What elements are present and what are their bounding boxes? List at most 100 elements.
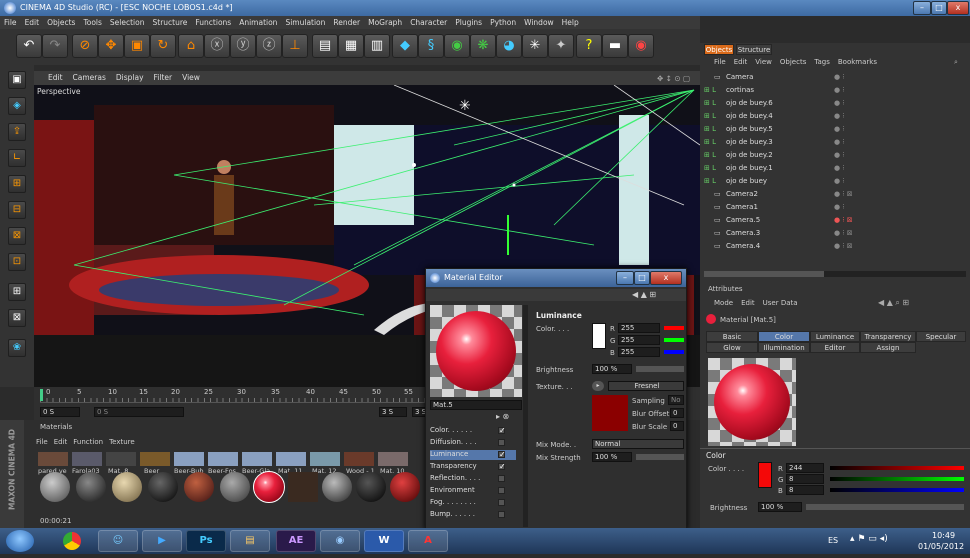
- object-row[interactable]: ⊞ Lojo de buey.2 ● ⁝: [700, 151, 970, 163]
- me-scrollbar[interactable]: [523, 305, 528, 527]
- object-row[interactable]: ⊞ Lojo de buey.4 ● ⁝: [700, 112, 970, 124]
- tab-structure[interactable]: Structure: [736, 44, 772, 55]
- mat-menu-texture[interactable]: Texture: [109, 438, 135, 446]
- attr-tab-luminance[interactable]: Luminance: [810, 331, 860, 342]
- material-swatch-beer-bub[interactable]: [174, 452, 204, 466]
- mat-menu-file[interactable]: File: [36, 438, 54, 446]
- blur-offset-field[interactable]: 0 %: [670, 408, 684, 418]
- channel-diffusion[interactable]: Diffusion. . . .: [430, 438, 510, 448]
- tray-icons[interactable]: ▴ ⚑ ▭ ◂): [850, 534, 888, 544]
- clock-time[interactable]: 10:49: [932, 531, 955, 540]
- attr-menu-edit[interactable]: Edit: [737, 299, 759, 307]
- green-slider[interactable]: [830, 477, 964, 481]
- model-mode-icon[interactable]: ▣: [8, 71, 26, 89]
- y-axis-icon[interactable]: ⓨ: [230, 34, 256, 58]
- photoshop-icon[interactable]: Ps: [186, 530, 226, 552]
- vp-menu-edit[interactable]: Edit: [34, 71, 68, 84]
- red-slider[interactable]: [830, 466, 964, 470]
- object-mode-icon[interactable]: ◈: [8, 97, 26, 115]
- sampling-field[interactable]: No: [668, 395, 684, 405]
- material-thumb-mat5[interactable]: [253, 471, 285, 503]
- me-blue-slider[interactable]: [664, 350, 684, 354]
- render-settings-icon[interactable]: ▥: [364, 34, 390, 58]
- scene-icon[interactable]: ✳: [522, 34, 548, 58]
- me-green-field[interactable]: 255: [618, 335, 660, 345]
- vp-menu-display[interactable]: Display: [111, 71, 149, 84]
- material-thumb-3[interactable]: [112, 472, 142, 502]
- render-region-icon[interactable]: ◉: [628, 34, 654, 58]
- material-swatch-pared[interactable]: [38, 452, 68, 466]
- attr-tab-transparency[interactable]: Transparency: [860, 331, 916, 342]
- acrobat-icon[interactable]: A: [408, 530, 448, 552]
- attr-tab-specular[interactable]: Specular: [916, 331, 966, 342]
- material-swatch-farola[interactable]: [72, 452, 102, 466]
- object-row[interactable]: ⊞ Lojo de buey.6 ● ⁝: [700, 99, 970, 111]
- polygons-mode-icon[interactable]: ⊠: [8, 227, 26, 245]
- material-swatch-beer[interactable]: [140, 452, 170, 466]
- menu-character[interactable]: Character: [406, 16, 451, 29]
- material-thumb-8[interactable]: [288, 472, 318, 502]
- z-axis-icon[interactable]: ⓩ: [256, 34, 282, 58]
- me-minimize-button[interactable]: –: [616, 271, 634, 285]
- preview-end-field[interactable]: 3 S: [379, 407, 407, 417]
- menu-structure[interactable]: Structure: [149, 16, 192, 29]
- blur-scale-field[interactable]: 0 %: [670, 421, 684, 431]
- minimize-button[interactable]: –: [913, 1, 931, 15]
- viewport-nav-icon[interactable]: ✥ ↕ ⊙ ▢: [652, 72, 695, 85]
- points-mode-icon[interactable]: ⊞: [8, 175, 26, 193]
- menu-tools[interactable]: Tools: [79, 16, 105, 29]
- nurbs-icon[interactable]: ◉: [444, 34, 470, 58]
- material-swatch-beer-gla[interactable]: [242, 452, 272, 466]
- object-row[interactable]: ▭ Camera.3 ● ⁝ ⊠: [700, 229, 970, 241]
- material-thumb-9[interactable]: [322, 472, 352, 502]
- mix-mode-select[interactable]: Normal: [592, 439, 684, 449]
- material-thumb-5[interactable]: [184, 472, 214, 502]
- object-row[interactable]: ⊞ Lojo de buey.3 ● ⁝: [700, 138, 970, 150]
- me-close-button[interactable]: x: [650, 271, 682, 285]
- obj-menu-objects[interactable]: Objects: [776, 58, 810, 66]
- material-thumb-4[interactable]: [148, 472, 178, 502]
- channel-reflection[interactable]: Reflection. . . .: [430, 474, 510, 484]
- material-swatch-wood[interactable]: [344, 452, 374, 466]
- channel-bump[interactable]: Bump. . . . . .: [430, 510, 510, 520]
- texture-mode-icon[interactable]: ⇪: [8, 123, 26, 141]
- material-thumb-6[interactable]: [220, 472, 250, 502]
- object-row[interactable]: ⊞ Lojo de buey.5 ● ⁝: [700, 125, 970, 137]
- object-row[interactable]: ⊞ Lojo de buey ● ⁝: [700, 177, 970, 189]
- material-thumb-11[interactable]: [390, 472, 420, 502]
- rotate-icon[interactable]: ↻: [150, 34, 176, 58]
- attr-tab-color[interactable]: Color: [758, 331, 810, 342]
- me-blue-field[interactable]: 255: [618, 347, 660, 357]
- attr-tab-illumination[interactable]: Illumination: [758, 342, 810, 353]
- file-explorer-icon[interactable]: ▤: [230, 530, 270, 552]
- material-swatch-mat8[interactable]: [106, 452, 136, 466]
- channel-luminance[interactable]: Luminance ✓: [430, 450, 516, 460]
- deformer-icon[interactable]: ◕: [496, 34, 522, 58]
- red-value-field[interactable]: 244: [786, 463, 824, 473]
- object-row[interactable]: ⊞ Lcortinas ● ⁝: [700, 86, 970, 98]
- workplane-icon[interactable]: ⊠: [8, 309, 26, 327]
- obj-menu-file[interactable]: File: [704, 58, 730, 66]
- menu-plugins[interactable]: Plugins: [451, 16, 486, 29]
- material-name-field[interactable]: Mat.5: [430, 400, 522, 410]
- move-icon[interactable]: ✥: [98, 34, 124, 58]
- attr-tab-glow[interactable]: Glow: [706, 342, 758, 353]
- menu-objects[interactable]: Objects: [43, 16, 79, 29]
- attr-menu-mode[interactable]: Mode: [704, 299, 737, 307]
- menu-render[interactable]: Render: [329, 16, 364, 29]
- menu-selection[interactable]: Selection: [106, 16, 149, 29]
- mix-strength-slider[interactable]: [636, 454, 684, 460]
- attr-nav-icon[interactable]: ◀ ▲ ⌕ ⊞: [878, 298, 909, 308]
- menu-simulation[interactable]: Simulation: [281, 16, 329, 29]
- array-icon[interactable]: ❋: [470, 34, 496, 58]
- language-indicator[interactable]: ES: [828, 536, 838, 545]
- x-axis-icon[interactable]: ⓧ: [204, 34, 230, 58]
- menu-file[interactable]: File: [0, 16, 21, 29]
- texture-field[interactable]: Fresnel: [608, 381, 684, 391]
- search-icon[interactable]: ⌕: [954, 58, 958, 67]
- attr-menu-user-data[interactable]: User Data: [759, 299, 802, 307]
- object-row[interactable]: ▭ Camera.4 ● ⁝ ⊠: [700, 242, 970, 254]
- playhead[interactable]: [40, 389, 43, 401]
- start-time-field[interactable]: 0 S: [40, 407, 80, 417]
- light-icon[interactable]: ?: [576, 34, 602, 58]
